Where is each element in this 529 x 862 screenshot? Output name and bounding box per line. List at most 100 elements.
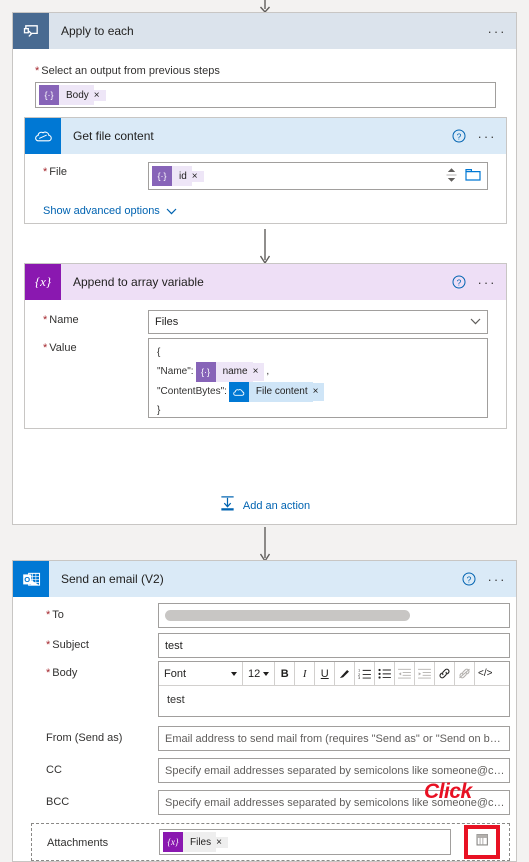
svg-text:?: ? (457, 277, 462, 287)
font-family-value: Font (164, 667, 187, 680)
help-icon[interactable]: ? (448, 271, 470, 293)
token-name-label: name (215, 362, 253, 382)
add-an-action-button[interactable]: Add an action (13, 495, 516, 517)
outlook-icon: O (13, 561, 49, 597)
stepper-arrows-icon[interactable] (446, 165, 457, 188)
variable-braces-glyph: {x} (34, 274, 52, 289)
token-body-label: Body (59, 85, 94, 105)
from-field-placeholder: Email address to send mail from (require… (165, 732, 501, 745)
underline-button[interactable]: U (315, 662, 336, 685)
font-size-dropdown[interactable]: 12 (243, 662, 276, 685)
attachments-action-highlight (464, 825, 500, 859)
token-files[interactable]: {x} Files × (163, 832, 228, 852)
add-dynamic-content-icon[interactable] (475, 832, 490, 852)
append-to-array-card[interactable]: {x} Append to array variable ? ··· Name … (24, 263, 507, 429)
svg-text:?: ? (467, 574, 472, 584)
get-file-content-card[interactable]: Get file content ? ··· File {·} id × (24, 117, 507, 224)
cc-field-label: CC (46, 764, 62, 776)
apply-to-each-title: Apply to each (61, 24, 134, 38)
select-output-input[interactable]: {·} Body × (35, 82, 496, 108)
variable-name-label: Name (43, 314, 78, 326)
unlink-icon[interactable] (455, 662, 476, 685)
link-icon[interactable] (435, 662, 456, 685)
variable-name-select[interactable]: Files (148, 310, 488, 334)
send-an-email-header[interactable]: O Send an email (V2) ? ··· (13, 561, 516, 597)
subject-field-input[interactable]: test (158, 633, 510, 658)
variable-braces-icon: {x} (163, 832, 183, 852)
token-files-remove[interactable]: × (216, 836, 228, 848)
apply-to-each-menu-button[interactable]: ··· (484, 24, 510, 39)
chevron-down-icon (166, 202, 177, 220)
attachments-row[interactable]: Attachments {x} Files × (31, 823, 510, 861)
get-file-content-menu-button[interactable]: ··· (474, 129, 500, 144)
apply-to-each-card[interactable]: Apply to each ··· Select an output from … (12, 12, 517, 525)
file-field-label: File (43, 166, 67, 178)
svg-text:?: ? (457, 131, 462, 141)
chevron-down-icon[interactable] (470, 316, 481, 328)
attachments-input[interactable]: {x} Files × (159, 829, 451, 855)
folder-picker-icon[interactable] (465, 168, 481, 185)
apply-to-each-header[interactable]: Apply to each ··· (13, 13, 516, 49)
token-name[interactable]: {·} name × (195, 362, 265, 382)
connector-arrow-inner (13, 229, 516, 267)
bold-button[interactable]: B (275, 662, 296, 685)
onedrive-cloud-icon (25, 118, 61, 154)
value-line-name: "Name": {·} name × , (157, 362, 479, 382)
svg-text:3: 3 (358, 676, 360, 679)
select-output-label: Select an output from previous steps (35, 65, 220, 77)
variable-value-label: Value (43, 342, 76, 354)
show-advanced-options-label: Show advanced options (43, 205, 160, 217)
append-to-array-menu-button[interactable]: ··· (474, 275, 500, 290)
add-an-action-label: Add an action (242, 500, 311, 512)
variable-braces-icon: {x} (25, 264, 61, 300)
token-files-label: Files (183, 832, 217, 852)
body-text-value[interactable]: test (159, 686, 509, 714)
send-an-email-card[interactable]: O Send an email (V2) ? ··· To Subject te… (12, 560, 517, 862)
font-family-dropdown[interactable]: Font (159, 662, 243, 685)
show-advanced-options-button[interactable]: Show advanced options (43, 202, 177, 220)
italic-button[interactable]: I (295, 662, 316, 685)
token-file-content-remove[interactable]: × (312, 383, 325, 401)
bulleted-list-icon[interactable] (375, 662, 396, 685)
append-to-array-title: Append to array variable (73, 275, 204, 289)
attachments-label: Attachments (47, 837, 109, 849)
file-picker-input[interactable]: {·} id × (148, 162, 488, 190)
indent-icon[interactable] (415, 662, 436, 685)
token-file-content-label: File content (248, 382, 313, 402)
append-to-array-header[interactable]: {x} Append to array variable ? ··· (25, 264, 506, 300)
flow-designer-canvas: Apply to each ··· Select an output from … (0, 0, 529, 862)
rich-text-toolbar[interactable]: Font 12 B I U 1 2 3 </> (159, 662, 509, 686)
add-action-icon (219, 495, 236, 517)
send-an-email-menu-button[interactable]: ··· (484, 572, 510, 587)
expression-icon: {·} (39, 85, 59, 105)
token-name-remove[interactable]: × (252, 363, 265, 381)
token-body[interactable]: {·} Body × (39, 85, 106, 105)
get-file-content-title: Get file content (73, 129, 154, 143)
numbered-list-icon[interactable]: 1 2 3 (355, 662, 376, 685)
from-field-input[interactable]: Email address to send mail from (require… (158, 726, 510, 751)
token-body-remove[interactable]: × (93, 89, 106, 101)
token-file-content[interactable]: File content × (228, 382, 325, 402)
token-id[interactable]: {·} id × (152, 166, 204, 186)
chevron-down-icon (231, 671, 237, 676)
variable-value-input[interactable]: { "Name": {·} name × , "ContentBytes": F… (148, 338, 488, 418)
foreach-loop-icon (13, 13, 49, 49)
get-file-content-header[interactable]: Get file content ? ··· (25, 118, 506, 154)
code-view-button[interactable]: </> (475, 662, 495, 685)
font-size-value: 12 (248, 667, 261, 680)
help-icon[interactable]: ? (458, 568, 480, 590)
value-name-key: "Name": (157, 366, 194, 377)
body-rich-text-editor[interactable]: Font 12 B I U 1 2 3 </> test (158, 661, 510, 717)
from-field-label: From (Send as) (46, 732, 123, 744)
redacted-recipient (165, 610, 410, 621)
value-line-contentbytes: "ContentBytes": File content × (157, 382, 479, 402)
help-icon[interactable]: ? (448, 125, 470, 147)
variable-name-value: Files (155, 316, 179, 328)
outdent-icon[interactable] (395, 662, 416, 685)
value-line-open-brace: { (157, 347, 161, 358)
to-field-input[interactable] (158, 603, 510, 628)
bcc-field-label: BCC (46, 796, 70, 808)
highlighter-icon[interactable] (335, 662, 356, 685)
token-id-remove[interactable]: × (191, 170, 204, 182)
value-line-close-brace: } (157, 405, 161, 416)
